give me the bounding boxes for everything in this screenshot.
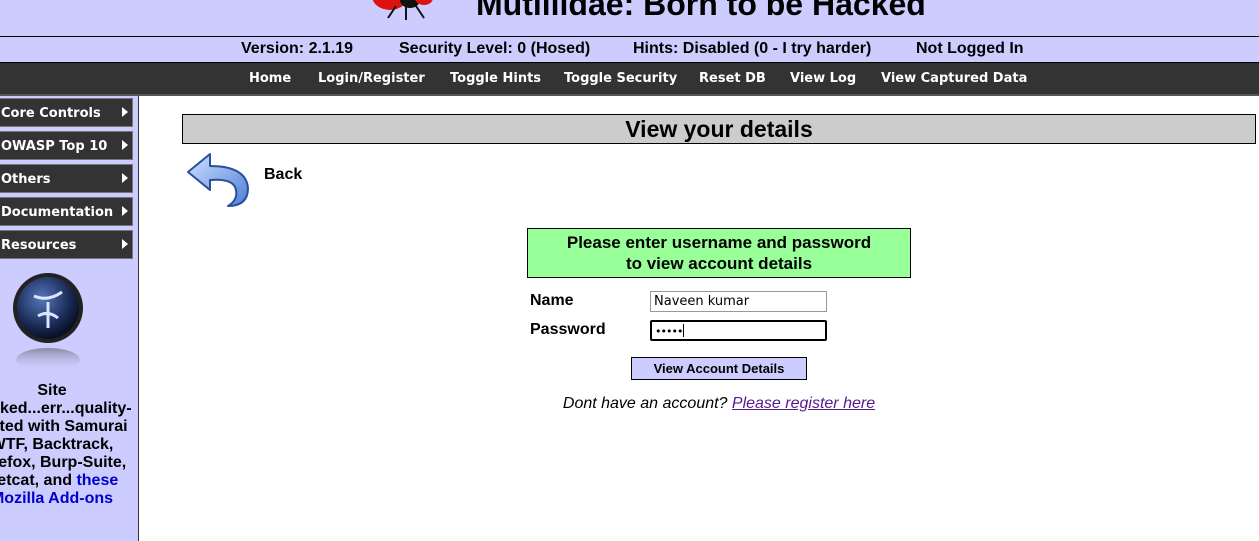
sidebar-item-core-controls[interactable]: Core Controls bbox=[0, 98, 133, 127]
nav-login-register[interactable]: Login/Register bbox=[318, 71, 425, 86]
chevron-right-icon bbox=[122, 140, 128, 150]
sidebar: Core Controls OWASP Top 10 Others Docume… bbox=[0, 96, 139, 541]
owasp-logo-icon[interactable] bbox=[10, 272, 86, 372]
page-title: View your details bbox=[182, 114, 1256, 144]
status-bar: Version: 2.1.19 Security Level: 0 (Hosed… bbox=[0, 37, 1259, 63]
username-value: Naveen kumar bbox=[654, 294, 750, 309]
chevron-right-icon bbox=[122, 206, 128, 216]
username-field[interactable]: Naveen kumar bbox=[650, 291, 827, 312]
sidebar-item-documentation[interactable]: Documentation bbox=[0, 197, 133, 226]
sidebar-item-label: Resources bbox=[1, 238, 77, 253]
mozilla-addons-link[interactable]: Mozilla Add-ons bbox=[0, 490, 144, 508]
login-prompt: Please enter username and password to vi… bbox=[527, 228, 911, 278]
site-header: Mutillidae: Born to be Hacked bbox=[0, 0, 1259, 37]
register-prompt: Dont have an account? Please register he… bbox=[0, 395, 1259, 413]
chevron-right-icon bbox=[122, 173, 128, 183]
security-level-label: Security Level: 0 (Hosed) bbox=[399, 40, 591, 57]
nav-toggle-security[interactable]: Toggle Security bbox=[564, 71, 677, 86]
register-prompt-text: Dont have an account? bbox=[562, 395, 728, 412]
text-caret bbox=[683, 324, 685, 337]
register-link[interactable]: Please register here bbox=[732, 395, 875, 412]
blurb-line: WTF, Backtrack, bbox=[0, 436, 114, 453]
site-title: Mutillidae: Born to be Hacked bbox=[476, 0, 926, 22]
password-value: ••••• bbox=[655, 325, 683, 338]
back-arrow-icon[interactable] bbox=[186, 150, 252, 212]
nav-reset-db[interactable]: Reset DB bbox=[699, 71, 766, 86]
nav-toggle-hints[interactable]: Toggle Hints bbox=[450, 71, 541, 86]
version-label: Version: 2.1.19 bbox=[241, 40, 354, 57]
these-link[interactable]: these bbox=[76, 472, 118, 489]
nav-view-captured-data[interactable]: View Captured Data bbox=[881, 71, 1027, 86]
top-nav: Home Login/Register Toggle Hints Toggle … bbox=[0, 63, 1259, 96]
nav-home[interactable]: Home bbox=[249, 71, 291, 86]
chevron-right-icon bbox=[122, 107, 128, 117]
name-label: Name bbox=[530, 292, 574, 309]
chevron-right-icon bbox=[122, 239, 128, 249]
nav-view-log[interactable]: View Log bbox=[790, 71, 856, 86]
sidebar-item-label: Others bbox=[1, 172, 51, 187]
blurb-text: Netcat, and bbox=[0, 472, 72, 489]
view-account-details-button[interactable]: View Account Details bbox=[631, 357, 807, 380]
hints-label: Hints: Disabled (0 - I try harder) bbox=[633, 40, 872, 57]
login-status-label: Not Logged In bbox=[916, 40, 1024, 57]
mutillidae-bug-logo-icon bbox=[372, 0, 433, 20]
blurb-line: Firefox, Burp-Suite, bbox=[0, 454, 127, 471]
sidebar-item-resources[interactable]: Resources bbox=[0, 230, 133, 259]
back-link[interactable]: Back bbox=[264, 166, 302, 184]
blurb-line: tested with Samurai bbox=[0, 418, 128, 435]
login-prompt-line: to view account details bbox=[625, 254, 813, 273]
sidebar-item-label: Documentation bbox=[1, 205, 114, 220]
password-label: Password bbox=[530, 321, 606, 338]
sidebar-item-others[interactable]: Others bbox=[0, 164, 133, 193]
sidebar-item-label: Core Controls bbox=[1, 106, 101, 121]
blurb-line: Netcat, and these bbox=[0, 472, 144, 490]
sidebar-item-owasp-top-10[interactable]: OWASP Top 10 bbox=[0, 131, 133, 160]
password-field[interactable]: ••••• bbox=[650, 320, 827, 341]
sidebar-item-label: OWASP Top 10 bbox=[1, 139, 108, 154]
login-prompt-line: Please enter username and password bbox=[566, 233, 872, 252]
